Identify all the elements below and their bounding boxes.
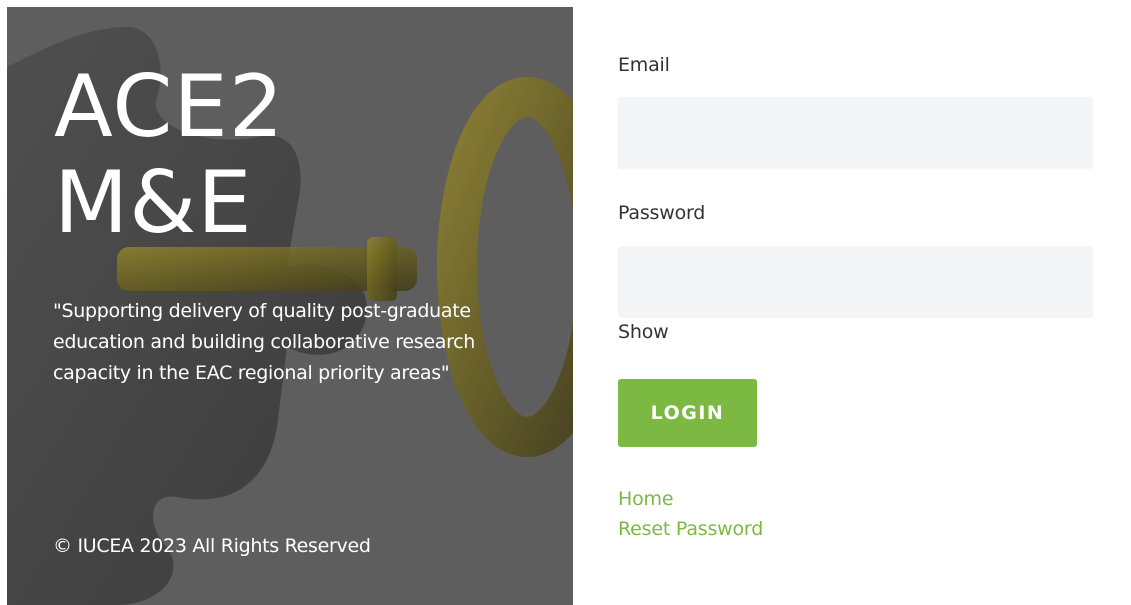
reset-password-link[interactable]: Reset Password [618,518,763,540]
tagline: "Supporting delivery of quality post-gra… [53,300,476,384]
login-button[interactable]: LOGIN [618,379,757,447]
email-field[interactable] [618,97,1093,169]
home-link[interactable]: Home [618,488,674,510]
hero-panel: ACE2 M&E "Supporting delivery of quality… [7,7,573,605]
password-label: Password [618,202,706,224]
app-title-line1: ACE2 [54,57,285,157]
show-password-toggle[interactable]: Show [618,321,669,343]
login-page: ACE2 M&E "Supporting delivery of quality… [0,0,1131,605]
app-title-line2: M&E [54,153,253,253]
copyright-footer: © IUCEA 2023 All Rights Reserved [53,535,371,557]
app-title: ACE2 M&E [54,59,284,251]
password-field[interactable] [618,246,1093,318]
email-label: Email [618,54,670,76]
